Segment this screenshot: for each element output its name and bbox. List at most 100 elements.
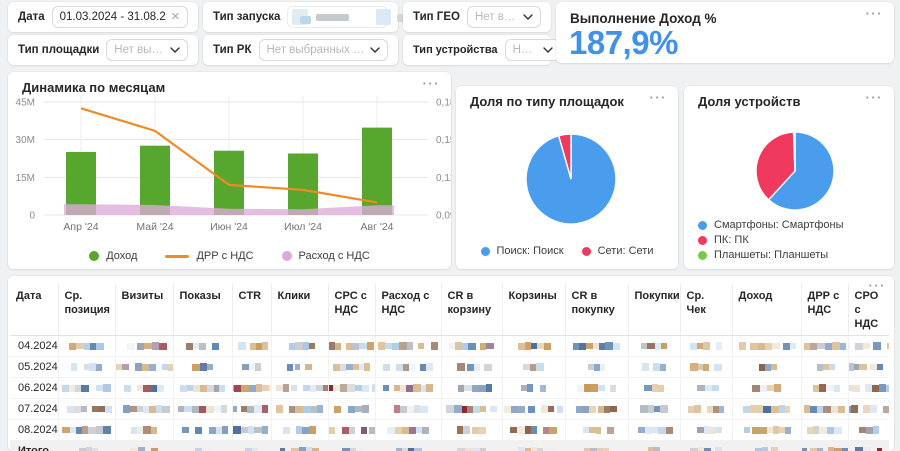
column-header[interactable]: Дата [10, 284, 59, 337]
column-header[interactable]: Доход [732, 284, 802, 337]
legend-item[interactable]: Поиск: Поиск [480, 245, 564, 257]
table-cell [801, 335, 849, 358]
column-header[interactable]: Расход с НДС [375, 284, 442, 337]
legend-item[interactable]: Доход [89, 250, 137, 262]
table-cell [628, 440, 681, 451]
censored-cell-value [569, 357, 625, 377]
legend-dot [281, 251, 292, 261]
censored-cell-value [445, 336, 499, 356]
filter-date-label: Дата [18, 11, 45, 23]
table-cell [271, 419, 329, 442]
column-header[interactable]: Показы [173, 284, 233, 337]
filter-device-type[interactable]: Тип устройства Нет ... [403, 35, 561, 65]
censored-cell-value [445, 420, 499, 440]
table-cell [115, 419, 174, 442]
legend-item[interactable]: Смартфоны: Смартфоны [698, 219, 844, 231]
filter-geo-type-label: Тип ГЕО [413, 11, 460, 23]
legend-item[interactable]: ПК: ПК [698, 234, 749, 246]
chevron-down-icon[interactable] [370, 47, 380, 53]
legend-item[interactable]: Сети: Сети [581, 245, 653, 257]
filter-campaign-type[interactable]: Тип РК Нет выбранных значений [203, 35, 398, 65]
table-cell [565, 398, 629, 421]
table-cell [848, 335, 889, 358]
column-header[interactable]: CPC с НДС [328, 284, 376, 337]
table-cell [115, 440, 174, 451]
table-row: 07.2024 [10, 398, 889, 421]
table-cell [565, 335, 629, 358]
censored-cell-value [632, 399, 677, 419]
chart-menu-icon[interactable]: ··· [423, 76, 441, 91]
legend-item[interactable]: Планшеты: Планшеты [698, 249, 828, 261]
device-type-select[interactable]: Нет ... [504, 39, 561, 61]
legend-label: Смартфоны: Смартфоны [714, 219, 844, 231]
censored-cell-value [848, 399, 889, 419]
table-cell [173, 398, 233, 421]
pie1-plot[interactable] [456, 112, 678, 236]
table-cell [565, 440, 629, 451]
table-menu-icon[interactable]: ··· [869, 278, 887, 293]
svg-text:0,09: 0,09 [436, 211, 451, 222]
censored-cell-value [684, 420, 729, 440]
censored-cell-value [332, 441, 372, 451]
filter-geo-type[interactable]: Тип ГЕО Нет выбран... [403, 2, 551, 32]
censored-cell-value [684, 399, 729, 419]
table-cell [732, 398, 802, 421]
svg-text:0,18: 0,18 [436, 98, 451, 109]
column-header[interactable]: CTR [232, 284, 272, 337]
legend-item[interactable]: Расход с НДС [281, 250, 370, 262]
table-cell [232, 440, 272, 451]
column-header[interactable]: Клики [271, 284, 329, 337]
censored-cell-value [736, 357, 798, 377]
legend-label: ДРР с НДС [196, 250, 254, 262]
campaign-type-select[interactable]: Нет выбранных значений [258, 39, 388, 61]
censored-cell-value [803, 336, 846, 356]
chevron-down-icon[interactable] [523, 14, 533, 20]
column-header[interactable]: Ср. Чек [680, 284, 733, 337]
clear-date-icon[interactable]: ✕ [171, 11, 180, 23]
svg-text:Авг '24: Авг '24 [360, 221, 393, 233]
column-header[interactable]: CR в корзину [441, 284, 503, 337]
censored-cell-value [569, 399, 625, 419]
censored-cell-value [805, 420, 845, 440]
table-cell [565, 377, 629, 400]
censored-cell-value [232, 420, 269, 440]
pie2-plot[interactable] [684, 112, 894, 230]
table-cell [441, 335, 503, 358]
geo-type-select[interactable]: Нет выбран... [466, 6, 541, 28]
pie2-menu-icon[interactable]: ··· [866, 90, 884, 105]
censored-cell-value [62, 357, 112, 377]
filter-date[interactable]: Дата 01.03.2024 - 31.08.2024 ✕ [8, 2, 198, 32]
filter-launch-type[interactable]: Тип запуска [203, 2, 407, 32]
table-cell [58, 419, 116, 442]
platform-type-select[interactable]: Нет выбранных зн... [106, 39, 188, 61]
censored-cell-value [177, 378, 229, 398]
table-cell [502, 419, 566, 442]
combo-chart-plot[interactable]: 0 0,09 15M 0,12 30M 0,15 45M 0,18 Апр '24 Май '24… [8, 94, 451, 244]
table-cell [441, 356, 503, 379]
column-header[interactable]: CR в покупку [565, 284, 629, 337]
legend-item[interactable]: ДРР с НДС [165, 250, 254, 262]
date-range-input[interactable]: 01.03.2024 - 31.08.2024 ✕ [51, 6, 188, 28]
column-header[interactable]: ДРР с НДС [801, 284, 849, 337]
column-header[interactable]: Ср. позиция [58, 284, 116, 337]
pie-card-platform-share: Доля по типу площадок ··· Поиск: Поиск Се… [456, 86, 678, 269]
table-cell [375, 335, 442, 358]
kpi-menu-icon[interactable]: ··· [866, 6, 884, 21]
legend-line-swatch [165, 254, 190, 258]
chevron-down-icon[interactable] [170, 47, 180, 53]
column-header[interactable]: Покупки [628, 284, 681, 337]
chevron-down-icon[interactable] [542, 47, 553, 53]
filter-platform-type-label: Тип площадки [18, 44, 100, 56]
censored-cell-value [177, 420, 229, 440]
filter-platform-type[interactable]: Тип площадки Нет выбранных зн... [8, 35, 198, 65]
table-cell [502, 335, 566, 358]
column-header[interactable]: Визиты [115, 284, 174, 337]
table-cell [58, 398, 116, 421]
column-header[interactable]: Корзины [502, 284, 566, 337]
row-label: Итого [10, 440, 59, 451]
table-cell [232, 356, 272, 379]
pie1-menu-icon[interactable]: ··· [650, 90, 668, 105]
table-cell [628, 356, 681, 379]
launch-type-select[interactable] [287, 6, 407, 28]
pie1-legend: Поиск: Поиск Сети: Сети [456, 245, 678, 257]
